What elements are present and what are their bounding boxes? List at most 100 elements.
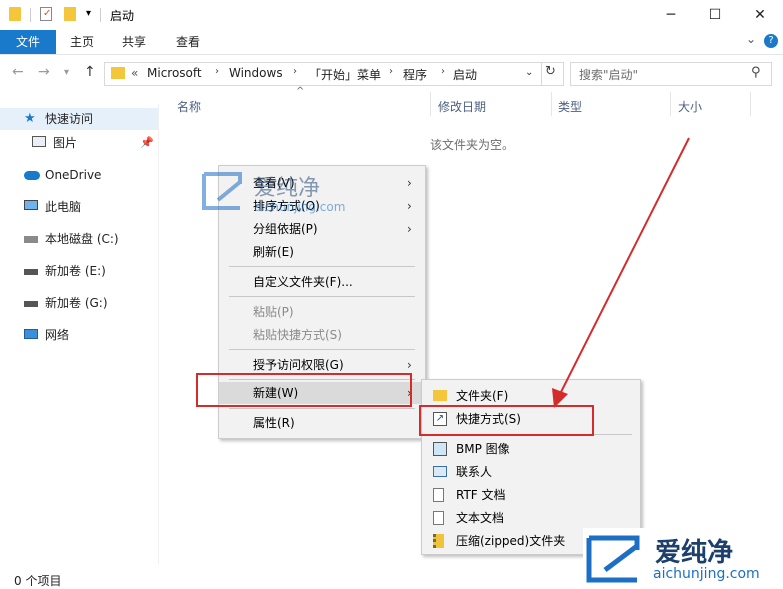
network-icon: [24, 329, 38, 339]
submenu-item-contact[interactable]: 联系人: [422, 461, 640, 483]
menu-separator: [229, 266, 415, 267]
watermark-url: aichunjing.com: [254, 200, 346, 214]
chevron-right-icon: ›: [407, 222, 412, 236]
menu-item-paste[interactable]: 粘贴(P): [219, 301, 425, 323]
minimize-button[interactable]: ─: [648, 0, 694, 30]
chevron-right-icon[interactable]: ›: [389, 66, 393, 77]
sort-ascending-icon: ^: [296, 86, 305, 97]
menu-item-customize-folder[interactable]: 自定义文件夹(F)...: [219, 271, 425, 293]
column-header-modified[interactable]: 修改日期: [438, 98, 486, 115]
watermark-corner: 爱纯净 aichunjing.com: [583, 528, 783, 588]
chevron-right-icon[interactable]: ›: [293, 66, 297, 77]
column-header-type[interactable]: 类型: [558, 98, 582, 115]
sidebar-item-this-pc[interactable]: 此电脑: [0, 196, 158, 218]
folder-icon: [433, 390, 447, 401]
title-bar: ✓ ▾ 启动 ─ ☐ ✕: [0, 0, 783, 30]
search-icon[interactable]: ⚲: [751, 65, 761, 80]
expand-ribbon-icon[interactable]: ⌄: [746, 32, 756, 46]
submenu-item-bmp[interactable]: BMP 图像: [422, 438, 640, 460]
column-header-name[interactable]: 名称: [177, 98, 201, 115]
watermark-logo-icon: [586, 535, 640, 583]
recent-locations-icon[interactable]: ▾: [64, 67, 69, 78]
navigation-row: ← → ▾ ↑ « Microsoft › Windows › 「开始」菜单 ›…: [0, 58, 783, 88]
column-divider[interactable]: [750, 92, 751, 116]
column-divider[interactable]: [670, 92, 671, 116]
navigation-pane: ★ 快速访问 图片 📌 OneDrive 此电脑 本地磁盘 (C:) 新加卷 (…: [0, 104, 159, 564]
close-button[interactable]: ✕: [737, 0, 783, 30]
submenu-item-text-document[interactable]: 文本文档: [422, 507, 640, 529]
breadcrumb-programs[interactable]: 程序: [403, 66, 427, 83]
drive-icon: [24, 269, 38, 275]
up-icon[interactable]: ↑: [84, 64, 96, 80]
sidebar-item-drive-c[interactable]: 本地磁盘 (C:): [0, 228, 158, 250]
tab-file[interactable]: 文件: [0, 30, 56, 54]
column-divider[interactable]: [430, 92, 431, 116]
folder-icon: [111, 67, 125, 79]
breadcrumb-windows[interactable]: Windows: [229, 66, 283, 80]
sidebar-item-onedrive[interactable]: OneDrive: [0, 164, 158, 186]
chevron-right-icon: ›: [407, 199, 412, 213]
rtf-icon: [433, 488, 444, 502]
search-input[interactable]: 搜索"启动" ⚲: [570, 62, 772, 86]
address-bar[interactable]: « Microsoft › Windows › 「开始」菜单 › 程序 › 启动…: [104, 62, 564, 86]
ribbon-tabs: 文件 主页 共享 查看 ⌄ ?: [0, 30, 783, 55]
menu-item-group-by[interactable]: 分组依据(P) ›: [219, 218, 425, 240]
refresh-icon[interactable]: ↻: [545, 64, 556, 79]
watermark-brand: 爱纯净: [254, 176, 321, 201]
menu-item-refresh[interactable]: 刷新(E): [219, 241, 425, 263]
tab-home[interactable]: 主页: [64, 30, 100, 54]
address-dropdown-icon[interactable]: ⌄: [525, 67, 533, 78]
sidebar-item-pictures[interactable]: 图片 📌: [0, 132, 158, 154]
menu-separator: [229, 349, 415, 350]
text-doc-icon: [433, 511, 444, 525]
cloud-icon: [24, 171, 40, 180]
tab-view[interactable]: 查看: [170, 30, 206, 54]
empty-folder-message: 该文件夹为空。: [430, 138, 515, 152]
forward-icon[interactable]: →: [38, 64, 50, 80]
chevron-right-icon[interactable]: ›: [215, 66, 219, 77]
highlight-new-menu-item: [196, 373, 412, 407]
help-icon[interactable]: ?: [764, 34, 778, 48]
new-folder-icon[interactable]: [64, 7, 76, 21]
pictures-icon: [32, 136, 46, 147]
computer-icon: [24, 200, 38, 210]
drive-icon: [24, 236, 38, 243]
breadcrumb-microsoft[interactable]: Microsoft: [147, 66, 202, 80]
maximize-button[interactable]: ☐: [692, 0, 738, 30]
breadcrumb-overflow[interactable]: «: [131, 66, 138, 80]
status-item-count: 0 个项目: [14, 574, 62, 588]
watermark-logo-icon: [202, 172, 242, 210]
column-divider[interactable]: [551, 92, 552, 116]
divider: [30, 8, 31, 22]
column-header-size[interactable]: 大小: [678, 98, 702, 115]
menu-separator: [229, 408, 415, 409]
sidebar-item-drive-e[interactable]: 新加卷 (E:): [0, 260, 158, 282]
sidebar-item-network[interactable]: 网络: [0, 324, 158, 346]
bmp-icon: [433, 442, 447, 456]
back-icon[interactable]: ←: [12, 64, 24, 80]
search-placeholder: 搜索"启动": [579, 68, 639, 82]
customize-quick-access-icon[interactable]: ▾: [86, 8, 91, 19]
menu-separator: [229, 296, 415, 297]
menu-item-view[interactable]: 查看(V) ›: [219, 172, 425, 194]
breadcrumb-startup[interactable]: 启动: [453, 66, 477, 83]
drive-icon: [24, 301, 38, 307]
chevron-right-icon[interactable]: ›: [441, 66, 445, 77]
watermark-url: aichunjing.com: [653, 566, 760, 582]
watermark-brand: 爱纯净: [655, 538, 734, 568]
sidebar-item-drive-g[interactable]: 新加卷 (G:): [0, 292, 158, 314]
zip-folder-icon: [433, 534, 444, 548]
submenu-item-rtf[interactable]: RTF 文档: [422, 484, 640, 506]
red-arrow-annotation: [552, 137, 690, 408]
pin-icon[interactable]: 📌: [140, 132, 154, 154]
tab-share[interactable]: 共享: [116, 30, 152, 54]
sidebar-item-quick-access[interactable]: ★ 快速访问: [0, 108, 158, 130]
chevron-right-icon: ›: [407, 176, 412, 190]
properties-icon[interactable]: ✓: [40, 7, 52, 21]
divider: [541, 63, 542, 85]
breadcrumb-start-menu[interactable]: 「开始」菜单: [309, 66, 381, 83]
menu-item-properties[interactable]: 属性(R): [219, 412, 425, 434]
menu-item-paste-shortcut[interactable]: 粘贴快捷方式(S): [219, 324, 425, 346]
star-icon: ★: [24, 111, 36, 126]
folder-icon: [9, 7, 21, 21]
